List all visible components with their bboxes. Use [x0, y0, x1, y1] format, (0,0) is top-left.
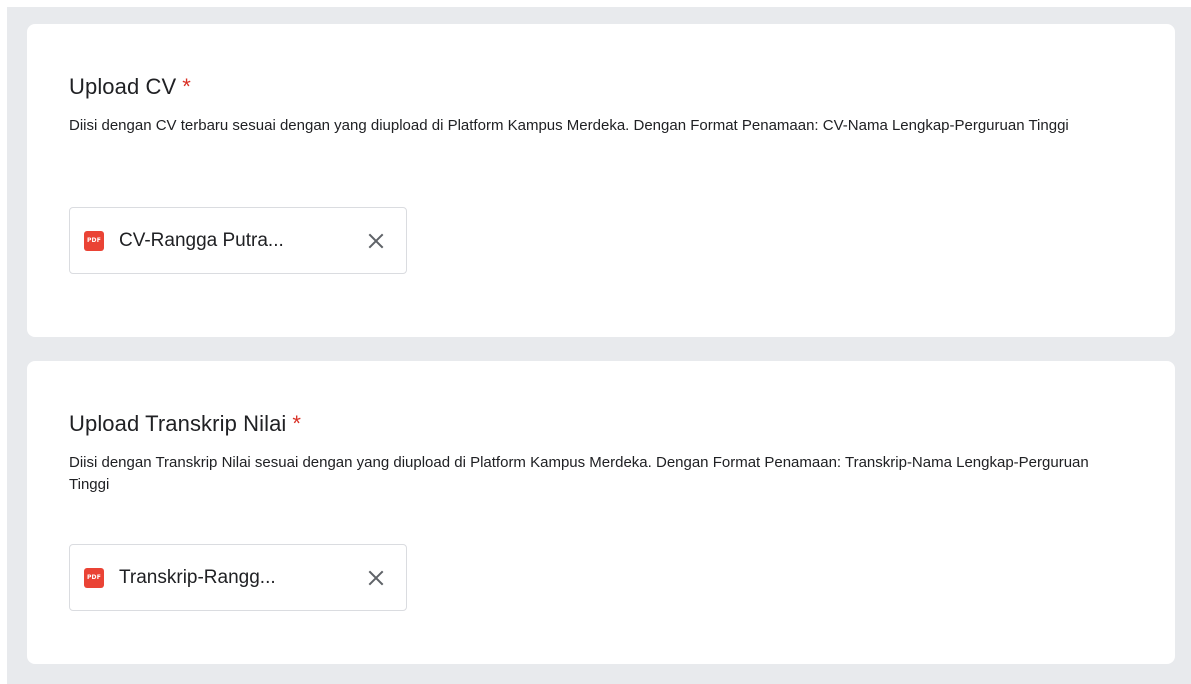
form-background: Upload CV * Diisi dengan CV terbaru sesua… [7, 7, 1191, 684]
pdf-icon: PDF [84, 567, 104, 588]
close-icon [368, 570, 384, 585]
question-title-text: Upload Transkrip Nilai [69, 411, 287, 436]
uploaded-file-chip[interactable]: PDF Transkrip-Rangg... [69, 544, 407, 611]
pdf-icon-label: PDF [86, 574, 102, 581]
close-icon [368, 233, 384, 248]
uploaded-file-chip[interactable]: PDF CV-Rangga Putra... [69, 207, 407, 274]
question-description: Diisi dengan Transkrip Nilai sesuai deng… [69, 454, 1089, 493]
question-title: Upload Transkrip Nilai * [69, 411, 301, 437]
question-title-text: Upload CV [69, 74, 177, 99]
remove-file-button[interactable] [362, 227, 390, 255]
question-card-upload-cv: Upload CV * Diisi dengan CV terbaru sesua… [27, 24, 1175, 337]
uploaded-file-name: Transkrip-Rangg... [119, 566, 276, 588]
pdf-icon: PDF [84, 230, 104, 251]
question-description: Diisi dengan CV terbaru sesuai dengan ya… [69, 117, 1069, 134]
pdf-icon-label: PDF [86, 237, 102, 244]
required-asterisk: * [182, 74, 191, 99]
question-title: Upload CV * [69, 74, 191, 100]
required-asterisk: * [292, 411, 302, 436]
uploaded-file-name: CV-Rangga Putra... [119, 229, 284, 251]
question-card-upload-transkrip: Upload Transkrip Nilai * Diisi dengan Tra… [27, 361, 1175, 664]
remove-file-button[interactable] [362, 564, 390, 592]
